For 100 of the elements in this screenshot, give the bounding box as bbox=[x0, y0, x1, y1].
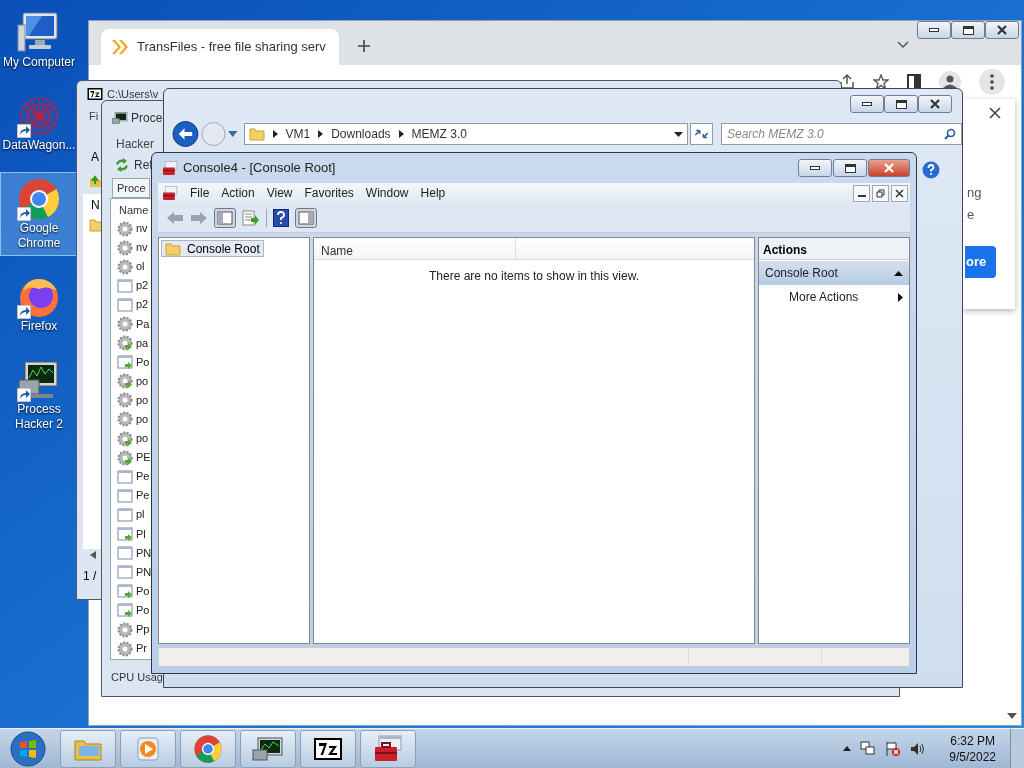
menu-item[interactable]: Favorites bbox=[304, 184, 354, 202]
column-header[interactable]: Name bbox=[111, 199, 149, 219]
tab[interactable]: Proce bbox=[112, 178, 150, 198]
process-name: nv bbox=[136, 222, 148, 236]
share-icon[interactable] bbox=[839, 74, 855, 90]
process-name: pa bbox=[136, 336, 149, 350]
minimize-icon bbox=[857, 195, 866, 197]
minimize-icon bbox=[929, 28, 939, 32]
menu-item[interactable]: View bbox=[266, 184, 293, 202]
show-desktop-button[interactable] bbox=[1010, 728, 1024, 768]
media-player-icon bbox=[135, 735, 161, 762]
flag-warning-icon[interactable] bbox=[885, 740, 902, 757]
minimize-button[interactable] bbox=[798, 159, 832, 177]
desktop-icon[interactable]: Firefox bbox=[0, 270, 78, 339]
breadcrumb-item[interactable]: VM1 bbox=[285, 125, 311, 143]
star-icon[interactable] bbox=[873, 74, 889, 90]
desktop-icon-label: Process Hacker 2 bbox=[14, 402, 64, 432]
breadcrumb-item[interactable]: Downloads bbox=[331, 125, 391, 143]
column-header[interactable]: N bbox=[83, 193, 100, 214]
popup-button[interactable]: ore bbox=[965, 246, 996, 278]
taskbar-button[interactable] bbox=[360, 729, 416, 768]
desktop-icon[interactable]: My Computer bbox=[0, 6, 78, 75]
minimize-icon bbox=[862, 102, 872, 106]
breadcrumb-item[interactable]: MEMZ 3.0 bbox=[411, 125, 467, 143]
show-hidden-icons-icon[interactable] bbox=[843, 746, 852, 751]
back-icon[interactable] bbox=[172, 120, 199, 148]
taskbar-button[interactable] bbox=[300, 729, 356, 768]
scroll-down-icon[interactable] bbox=[1007, 713, 1017, 719]
window-icon bbox=[117, 354, 133, 371]
window-icon bbox=[117, 602, 133, 619]
menu-item[interactable]: File bbox=[190, 184, 210, 202]
browser-tab[interactable]: TransFiles - free file sharing serv bbox=[101, 29, 339, 65]
clock[interactable]: 6:32 PM 9/5/2022 bbox=[949, 732, 996, 765]
close-button[interactable] bbox=[891, 184, 908, 202]
address-bar[interactable]: VM1 Downloads MEMZ 3.0 bbox=[243, 123, 688, 145]
gear-icon bbox=[117, 449, 133, 466]
popup-text: e bbox=[967, 205, 975, 224]
minimize-button[interactable] bbox=[917, 21, 951, 39]
scroll-left-icon[interactable] bbox=[90, 550, 96, 559]
desktop-icon[interactable]: Process Hacker 2 bbox=[0, 353, 78, 437]
maximize-icon bbox=[895, 99, 907, 109]
new-tab-icon[interactable] bbox=[357, 39, 371, 53]
help-icon[interactable] bbox=[273, 208, 289, 227]
restore-button[interactable] bbox=[872, 184, 889, 202]
computer-icon bbox=[17, 11, 61, 55]
menu-item[interactable]: Window bbox=[365, 184, 409, 202]
gear-icon bbox=[117, 411, 133, 428]
minimize-icon bbox=[810, 166, 820, 170]
chevron-down-icon[interactable] bbox=[897, 41, 909, 49]
desktop-icon-label: Firefox bbox=[19, 319, 59, 334]
close-icon bbox=[929, 99, 941, 109]
window-title: Console4 - [Console Root] bbox=[183, 159, 336, 178]
window-title: Proce bbox=[131, 110, 163, 127]
taskbar-button[interactable] bbox=[240, 729, 296, 768]
search-field[interactable]: Search MEMZ 3.0 bbox=[721, 123, 962, 145]
minimize-button[interactable] bbox=[850, 95, 884, 113]
side-panel-icon[interactable] bbox=[907, 74, 921, 90]
refresh-icon[interactable] bbox=[689, 123, 713, 145]
refresh-icon[interactable] bbox=[114, 158, 130, 172]
process-name: po bbox=[136, 432, 149, 446]
process-name: nv bbox=[136, 241, 148, 255]
process-name: Pa bbox=[136, 317, 150, 331]
process-name: Po bbox=[136, 603, 150, 617]
action-section-header[interactable]: Console Root bbox=[759, 261, 909, 285]
close-icon[interactable] bbox=[989, 107, 1001, 119]
close-button[interactable] bbox=[918, 95, 952, 113]
network-icon bbox=[17, 94, 61, 138]
status-text: 1 / bbox=[83, 567, 97, 585]
desktop-icon[interactable]: DataWagon... bbox=[0, 89, 78, 158]
status-text: CPU Usag bbox=[110, 670, 163, 685]
start-button[interactable] bbox=[8, 729, 48, 768]
gear-icon bbox=[117, 220, 133, 237]
archive-app-icon bbox=[313, 736, 343, 761]
process-name: po bbox=[136, 374, 149, 388]
maximize-icon bbox=[844, 163, 856, 173]
tree-item[interactable]: Console Root bbox=[161, 240, 264, 257]
menu-item[interactable]: Fi bbox=[83, 108, 99, 125]
process-name: po bbox=[136, 413, 149, 426]
action-pane-toggle-icon[interactable] bbox=[295, 207, 317, 228]
maximize-button[interactable] bbox=[951, 21, 985, 39]
process-name: po bbox=[136, 393, 149, 407]
action-item[interactable]: More Actions bbox=[759, 285, 909, 309]
desktop-icon[interactable]: Google Chrome bbox=[0, 172, 78, 256]
maximize-button[interactable] bbox=[833, 159, 867, 177]
menu-item[interactable]: Hacker bbox=[110, 135, 154, 153]
double-chevron-icon bbox=[111, 39, 129, 55]
breadcrumb-arrow-icon bbox=[398, 130, 404, 138]
dropdown-arrow-icon[interactable] bbox=[673, 131, 683, 137]
tree-toggle-icon[interactable] bbox=[214, 207, 236, 228]
menu-item[interactable]: Help bbox=[420, 184, 446, 202]
maximize-button[interactable] bbox=[884, 95, 918, 113]
network-icon[interactable] bbox=[860, 740, 877, 757]
process-name: Po bbox=[136, 584, 150, 598]
close-button[interactable] bbox=[985, 21, 1019, 39]
export-list-icon[interactable] bbox=[242, 209, 260, 226]
toolbox-icon bbox=[162, 160, 178, 176]
maximize-icon bbox=[962, 25, 974, 35]
menu-icon[interactable] bbox=[979, 69, 1005, 95]
minimize-button[interactable] bbox=[853, 184, 870, 202]
menu-item[interactable]: Action bbox=[221, 184, 255, 202]
